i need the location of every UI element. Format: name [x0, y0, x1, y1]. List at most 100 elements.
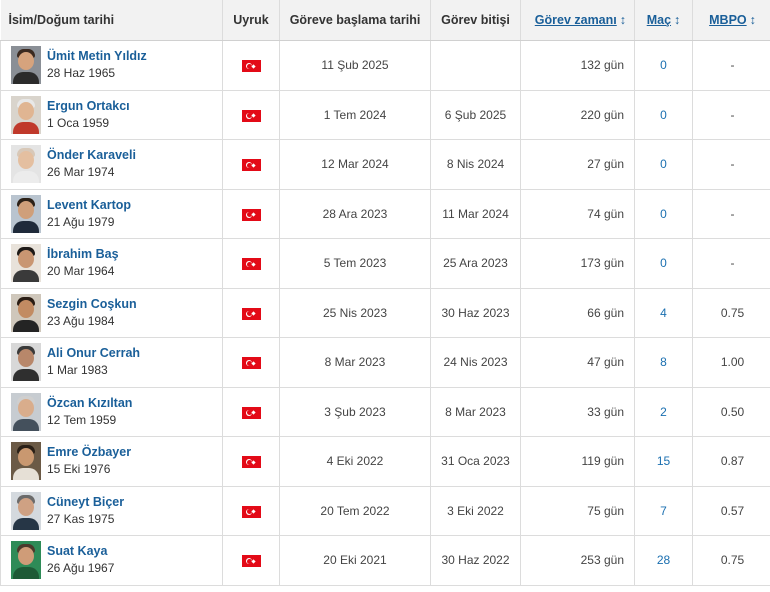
mbpo-value: 0.75 [692, 535, 770, 586]
avatar-body [13, 171, 39, 184]
matches-link[interactable]: 0 [634, 238, 693, 289]
nationality-cell [222, 387, 280, 437]
person-info: Cüneyt Biçer 27 Kas 1975 [47, 494, 124, 528]
coach-name-link[interactable]: Ümit Metin Yıldız [47, 48, 147, 65]
avatar-face [18, 547, 34, 566]
header-matches-sort[interactable]: Maç ↕ [634, 0, 693, 41]
header-mbpo-sort[interactable]: MBPO ↕ [692, 0, 770, 41]
birth-date: 1 Mar 1983 [47, 363, 108, 378]
birth-date: 26 Ağu 1967 [47, 561, 115, 576]
person-cell: Cüneyt Biçer 27 Kas 1975 [0, 486, 223, 536]
header-duration-sort[interactable]: Görev zamanı ↕ [520, 0, 635, 41]
avatar[interactable] [11, 95, 41, 134]
matches-link[interactable]: 0 [634, 90, 693, 140]
person: Emre Özbayer 15 Eki 1976 [7, 442, 216, 481]
avatar-body [13, 72, 39, 85]
start-date: 28 Ara 2023 [279, 189, 431, 239]
person-info: Ergun Ortakcı 1 Oca 1959 [47, 98, 130, 132]
mbpo-value: - [692, 238, 770, 289]
turkey-flag-icon [241, 208, 261, 221]
birth-date: 23 Ağu 1984 [47, 313, 115, 328]
birth-date: 15 Eki 1976 [47, 462, 111, 477]
sort-icon: ↕ [674, 13, 681, 27]
table-row: Ergun Ortakcı 1 Oca 1959 1 Tem 2024 6 Şu… [0, 90, 770, 140]
nationality-cell [222, 238, 280, 289]
person-cell: Emre Özbayer 15 Eki 1976 [0, 436, 223, 487]
end-date: 6 Şub 2025 [430, 90, 521, 140]
avatar[interactable] [11, 442, 41, 481]
coach-name-link[interactable]: Sezgin Coşkun [47, 296, 137, 313]
avatar[interactable] [11, 343, 41, 382]
avatar-body [13, 319, 39, 332]
nationality-cell [222, 189, 280, 239]
sort-icon: ↕ [749, 13, 756, 27]
birth-date: 1 Oca 1959 [47, 115, 110, 130]
start-date: 12 Mar 2024 [279, 139, 431, 190]
turkey-flag-icon [241, 307, 261, 320]
person: Önder Karaveli 26 Mar 1974 [7, 145, 216, 184]
person-cell: İbrahim Baş 20 Mar 1964 [0, 238, 223, 289]
coach-name-link[interactable]: Suat Kaya [47, 543, 114, 560]
coach-name-link[interactable]: Levent Kartop [47, 197, 131, 214]
person-info: İbrahim Baş 20 Mar 1964 [47, 246, 119, 280]
avatar[interactable] [11, 541, 41, 580]
matches-link[interactable]: 4 [634, 288, 693, 338]
end-date: 3 Eki 2022 [430, 486, 521, 536]
start-date: 1 Tem 2024 [279, 90, 431, 140]
duration: 253 gün [520, 535, 635, 586]
turkey-flag-icon [241, 159, 261, 172]
avatar-body [13, 270, 39, 283]
duration: 132 gün [520, 40, 635, 91]
coach-name-link[interactable]: Ergun Ortakcı [47, 98, 130, 115]
coach-name-link[interactable]: İbrahim Baş [47, 246, 119, 263]
duration: 74 gün [520, 189, 635, 239]
avatar[interactable] [11, 46, 41, 85]
avatar[interactable] [11, 194, 41, 233]
avatar[interactable] [11, 392, 41, 431]
person: Levent Kartop 21 Ağu 1979 [7, 194, 216, 233]
matches-link[interactable]: 28 [634, 535, 693, 586]
table-row: Önder Karaveli 26 Mar 1974 12 Mar 2024 8… [0, 139, 770, 190]
matches-link[interactable]: 0 [634, 40, 693, 91]
nationality-cell [222, 436, 280, 487]
coach-name-link[interactable]: Cüneyt Biçer [47, 494, 124, 511]
coach-name-link[interactable]: Emre Özbayer [47, 444, 131, 461]
coach-name-link[interactable]: Önder Karaveli [47, 147, 136, 164]
avatar[interactable] [11, 491, 41, 530]
avatar[interactable] [11, 293, 41, 332]
header-end-date: Görev bitişi [430, 0, 521, 41]
matches-link[interactable]: 0 [634, 189, 693, 239]
duration: 220 gün [520, 90, 635, 140]
person-info: Sezgin Coşkun 23 Ağu 1984 [47, 296, 137, 330]
end-date: 24 Nis 2023 [430, 337, 521, 388]
avatar[interactable] [11, 145, 41, 184]
avatar[interactable] [11, 244, 41, 283]
duration: 47 gün [520, 337, 635, 388]
avatar-body [13, 418, 39, 431]
avatar-face [18, 349, 34, 368]
coach-name-link[interactable]: Özcan Kızıltan [47, 395, 132, 412]
turkey-flag-icon [241, 258, 261, 271]
header-nationality: Uyruk [222, 0, 280, 41]
avatar-body [13, 121, 39, 134]
person-cell: Levent Kartop 21 Ağu 1979 [0, 189, 223, 239]
coach-name-link[interactable]: Ali Onur Cerrah [47, 345, 140, 362]
mbpo-value: - [692, 139, 770, 190]
nationality-cell [222, 288, 280, 338]
matches-link[interactable]: 0 [634, 139, 693, 190]
coach-history-table: İsim/Doğum tarihi Uyruk Göreve başlama t… [0, 0, 770, 586]
table-row: Cüneyt Biçer 27 Kas 1975 20 Tem 2022 3 E… [0, 486, 770, 536]
matches-link[interactable]: 7 [634, 486, 693, 536]
birth-date: 26 Mar 1974 [47, 165, 115, 180]
matches-link[interactable]: 8 [634, 337, 693, 388]
person-info: Levent Kartop 21 Ağu 1979 [47, 197, 131, 231]
avatar-face [18, 497, 34, 516]
start-date: 4 Eki 2022 [279, 436, 431, 487]
matches-link[interactable]: 2 [634, 387, 693, 437]
avatar-face [18, 101, 34, 120]
person-info: Ümit Metin Yıldız 28 Haz 1965 [47, 48, 147, 82]
person-cell: Sezgin Coşkun 23 Ağu 1984 [0, 288, 223, 338]
matches-link[interactable]: 15 [634, 436, 693, 487]
person: Sezgin Coşkun 23 Ağu 1984 [7, 293, 216, 332]
avatar-body [13, 369, 39, 382]
